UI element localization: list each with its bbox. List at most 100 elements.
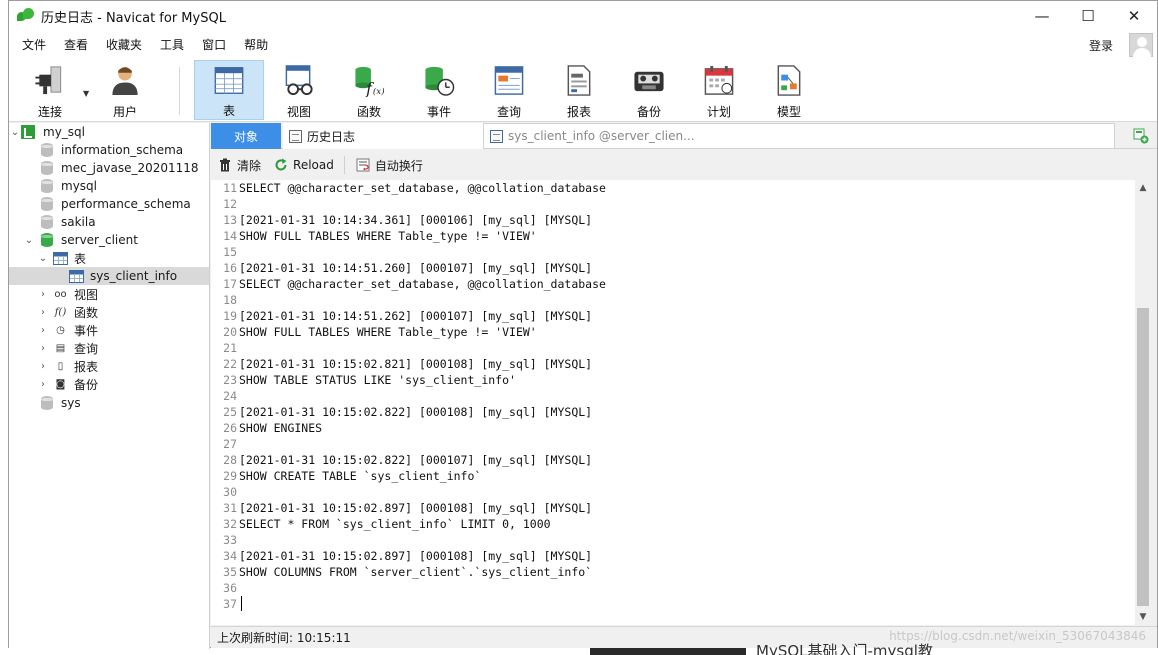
chevron-down-icon[interactable]: ⌄ bbox=[37, 253, 49, 264]
line-number: 21 bbox=[223, 341, 237, 355]
reload-button[interactable]: Reload bbox=[274, 158, 334, 172]
tree-node-views[interactable]: › oo 视图 bbox=[9, 285, 209, 303]
chevron-down-icon[interactable]: ▼ bbox=[83, 89, 89, 98]
user-icon bbox=[112, 66, 138, 96]
new-tab-icon[interactable] bbox=[1133, 128, 1149, 144]
log-line: 15 bbox=[211, 244, 239, 260]
line-number: 33 bbox=[223, 533, 237, 547]
tree-db-sakila[interactable]: sakila bbox=[9, 213, 209, 231]
menu-tools[interactable]: 工具 bbox=[151, 31, 193, 59]
log-line: 34 [2021-01-31 10:15:02.897] [000108] [my… bbox=[211, 548, 592, 564]
avatar[interactable] bbox=[1129, 33, 1153, 57]
log-line: 22 [2021-01-31 10:15:02.821] [000108] [my… bbox=[211, 356, 592, 372]
login-link[interactable]: 登录 bbox=[1089, 37, 1113, 54]
function-icon: f (x) bbox=[355, 66, 385, 97]
tree-table-sys-client-info[interactable]: sys_client_info bbox=[9, 267, 209, 285]
title-bar: 历史日志 - Navicat for MySQL — ☐ ✕ bbox=[9, 1, 1157, 31]
tree-node-functions[interactable]: › f() 函数 bbox=[9, 303, 209, 321]
event-clock-icon: ◷ bbox=[56, 324, 65, 336]
maximize-button[interactable]: ☐ bbox=[1065, 1, 1111, 31]
log-line: 12 bbox=[211, 196, 239, 212]
menu-view[interactable]: 查看 bbox=[55, 31, 97, 59]
toolbar-event-button[interactable]: 事件 bbox=[404, 60, 474, 120]
minimize-button[interactable]: — bbox=[1019, 1, 1065, 31]
tree-db-performance-schema[interactable]: performance_schema bbox=[9, 195, 209, 213]
tab-history-log[interactable]: 历史日志 bbox=[283, 123, 483, 149]
log-line: 27 bbox=[211, 436, 239, 452]
line-number: 37 bbox=[223, 597, 237, 611]
chevron-down-icon[interactable]: ⌄ bbox=[23, 235, 35, 246]
toolbar-separator bbox=[179, 67, 180, 115]
chevron-right-icon[interactable]: › bbox=[37, 307, 49, 318]
toolbar-view-button[interactable]: 视图 bbox=[264, 60, 334, 120]
tree-node-reports[interactable]: › ▯ 报表 bbox=[9, 357, 209, 375]
log-line: 29 SHOW CREATE TABLE `sys_client_info` bbox=[211, 468, 481, 484]
scroll-up-icon[interactable]: ▲ bbox=[1135, 180, 1151, 196]
tree-db-mysql[interactable]: mysql bbox=[9, 177, 209, 195]
menu-favorites[interactable]: 收藏夹 bbox=[97, 31, 151, 59]
window-controls: — ☐ ✕ bbox=[1019, 1, 1157, 31]
line-number: 20 bbox=[223, 325, 237, 339]
chevron-right-icon[interactable]: › bbox=[37, 289, 49, 300]
tree-node-backups[interactable]: › ◙ 备份 bbox=[9, 375, 209, 393]
toolbar-query-button[interactable]: 查询 bbox=[474, 60, 544, 120]
tree-db-server-client[interactable]: ⌄ server_client bbox=[9, 231, 209, 249]
word-wrap-button[interactable]: 自动换行 bbox=[356, 157, 423, 174]
tab-objects[interactable]: 对象 bbox=[211, 123, 281, 149]
tree-connection-my-sql[interactable]: ⌄ my_sql bbox=[9, 123, 209, 141]
toolbar-user-button[interactable]: 用户 bbox=[90, 60, 160, 120]
tab-query-label: sys_client_info @server_clien... bbox=[508, 129, 695, 143]
log-text: [2021-01-31 10:15:02.821] [000108] [my_s… bbox=[239, 357, 593, 371]
toolbar-model-button[interactable]: 模型 bbox=[754, 60, 824, 120]
log-line: 23 SHOW TABLE STATUS LIKE 'sys_client_inf… bbox=[211, 372, 516, 388]
log-line: 35 SHOW COLUMNS FROM `server_client`.`sys… bbox=[211, 564, 592, 580]
tree-node-events[interactable]: › ◷ 事件 bbox=[9, 321, 209, 339]
tree-label: 函数 bbox=[74, 305, 99, 320]
tree-db-sys[interactable]: sys bbox=[9, 394, 209, 412]
menu-window[interactable]: 窗口 bbox=[193, 31, 235, 59]
tree-label: mysql bbox=[61, 179, 97, 193]
line-number: 11 bbox=[223, 181, 237, 195]
toolbar-function-button[interactable]: f (x) 函数 bbox=[334, 60, 404, 120]
chevron-down-icon[interactable]: ⌄ bbox=[9, 127, 21, 138]
log-line: 16 [2021-01-31 10:14:51.260] [000107] [my… bbox=[211, 260, 592, 276]
database-icon bbox=[41, 161, 53, 175]
tab-table-sys-client-info[interactable]: sys_client_info @server_clien... bbox=[483, 123, 1115, 149]
line-number: 27 bbox=[223, 437, 237, 451]
editor-scrollbar[interactable]: ▲ ▼ bbox=[1135, 180, 1151, 625]
table-icon bbox=[53, 251, 68, 265]
toolbar-report-button[interactable]: 报表 bbox=[544, 60, 614, 120]
chevron-right-icon[interactable]: › bbox=[37, 361, 49, 372]
model-icon bbox=[777, 65, 801, 96]
chevron-right-icon[interactable]: › bbox=[37, 343, 49, 354]
toolbar-backup-button[interactable]: 备份 bbox=[614, 60, 684, 120]
log-line: 17 SELECT @@character_set_database, @@col… bbox=[211, 276, 606, 292]
scrollbar-thumb[interactable] bbox=[1137, 308, 1149, 606]
navicat-logo-icon bbox=[17, 8, 35, 24]
clear-button[interactable]: 清除 bbox=[218, 157, 261, 174]
history-log-editor[interactable]: 11 SELECT @@character_set_database, @@col… bbox=[211, 180, 1135, 625]
tree-db-information-schema[interactable]: information_schema bbox=[9, 141, 209, 159]
log-line: 21 bbox=[211, 340, 239, 356]
log-line: 33 bbox=[211, 532, 239, 548]
toolbar-table-button[interactable]: 表 bbox=[194, 60, 264, 120]
window-title: 历史日志 - Navicat for MySQL bbox=[41, 10, 226, 26]
view-glasses-icon: oo bbox=[54, 288, 67, 300]
toolbar-schedule-label: 计划 bbox=[706, 105, 731, 119]
tree-node-tables[interactable]: ⌄ 表 bbox=[9, 249, 209, 267]
chevron-right-icon[interactable]: › bbox=[37, 325, 49, 336]
log-line: 25 [2021-01-31 10:15:02.822] [000108] [my… bbox=[211, 404, 592, 420]
log-line: 30 bbox=[211, 484, 239, 500]
close-button[interactable]: ✕ bbox=[1111, 1, 1157, 31]
toolbar-connect-button[interactable]: 连接 bbox=[15, 60, 85, 120]
database-icon bbox=[41, 233, 53, 247]
tab-bar: 对象 历史日志 sys_client_info @server_clien... bbox=[211, 123, 1157, 149]
toolbar-function-label: 函数 bbox=[356, 105, 381, 119]
menu-help[interactable]: 帮助 bbox=[235, 31, 277, 59]
tree-node-queries[interactable]: › ▤ 查询 bbox=[9, 339, 209, 357]
tree-db-mec-javase[interactable]: mec_javase_20201118 bbox=[9, 159, 209, 177]
scroll-down-icon[interactable]: ▼ bbox=[1135, 609, 1151, 625]
menu-file[interactable]: 文件 bbox=[13, 31, 55, 59]
chevron-right-icon[interactable]: › bbox=[37, 379, 49, 390]
toolbar-schedule-button[interactable]: 计划 bbox=[684, 60, 754, 120]
